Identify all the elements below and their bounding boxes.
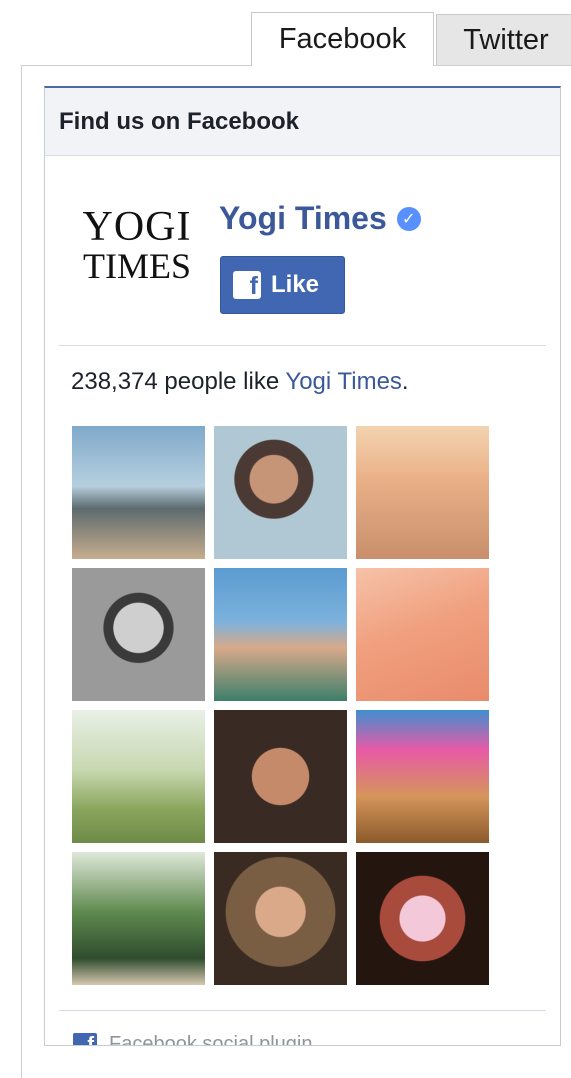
like-count-suffix: . [401,368,409,395]
social-plugin-link[interactable]: Facebook social plugin [109,1033,312,1045]
logo-line-2: TIMES [83,246,191,286]
page-name: Yogi Times [219,200,387,236]
facebook-small-icon[interactable]: f [73,1033,97,1045]
logo-line-1: YOGI [82,204,192,250]
tab-facebook[interactable]: Facebook [251,12,434,66]
tab-bar: Facebook Twitter [251,12,571,66]
fan-avatar[interactable] [214,568,347,701]
page-link[interactable]: Yogi Times [285,368,402,395]
like-count-text: 238,374 people like [71,368,286,395]
page-name-link[interactable]: Yogi Times ✓ [219,200,421,237]
like-label: Like [271,271,320,298]
like-count: 238,374 people like Yogi Times. [71,368,560,396]
verified-badge-icon: ✓ [396,206,421,231]
fan-avatar[interactable] [356,710,489,843]
fan-avatar[interactable] [72,426,205,559]
yogi-times-logo[interactable]: YOGI TIMES [77,206,197,284]
fan-avatar[interactable] [72,710,205,843]
tab-twitter[interactable]: Twitter [436,14,571,66]
fan-faces-grid [72,426,489,985]
fan-avatar[interactable] [356,852,489,985]
fan-avatar[interactable] [214,426,347,559]
facebook-page-widget: Find us on Facebook YOGI TIMES Yogi Time… [44,86,561,1046]
page-profile: YOGI TIMES Yogi Times ✓ f Like [59,156,546,346]
fan-avatar[interactable] [72,568,205,701]
fan-avatar[interactable] [214,852,347,985]
plugin-footer: f Facebook social plugin [59,1010,546,1045]
fan-avatar[interactable] [214,710,347,843]
facebook-f-icon: f [233,271,261,299]
widget-header: Find us on Facebook [45,88,560,156]
fan-avatar[interactable] [356,426,489,559]
fan-avatar[interactable] [72,852,205,985]
like-button[interactable]: f Like [220,256,345,314]
fan-avatar[interactable] [356,568,489,701]
